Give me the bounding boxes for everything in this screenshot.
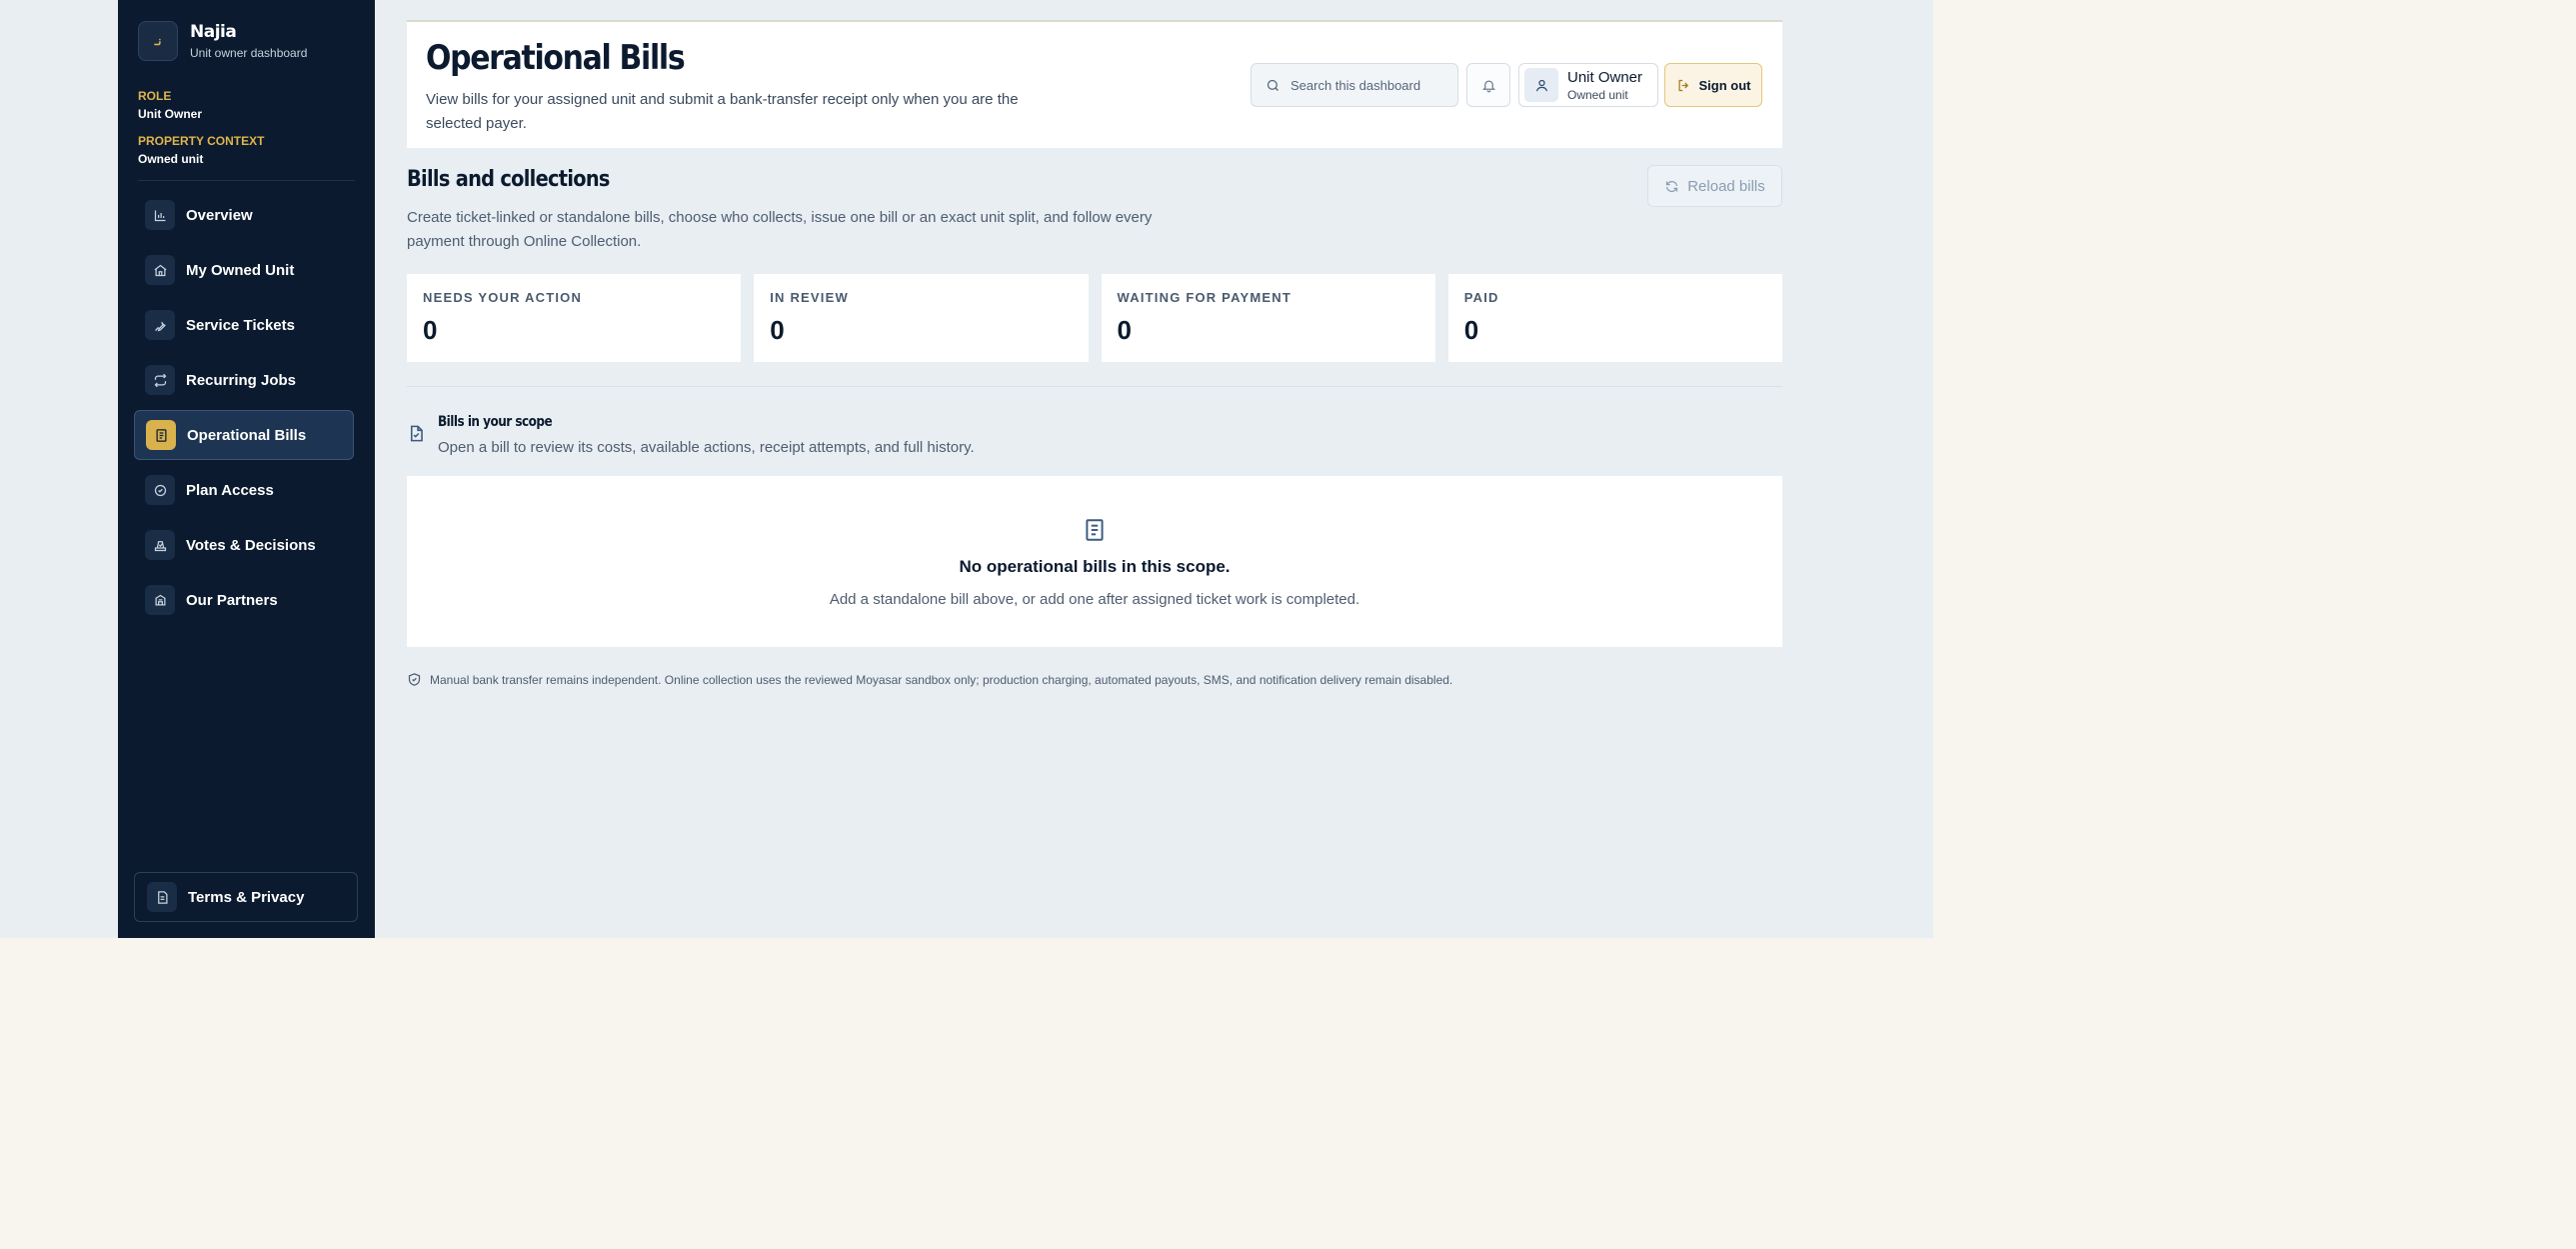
footnote: Manual bank transfer remains independent… <box>407 672 1452 687</box>
user-icon <box>1535 79 1547 91</box>
sidebar-item-overview[interactable]: Overview <box>134 190 354 240</box>
empty-state-title: No operational bills in this scope. <box>959 557 1231 576</box>
stat-label: IN REVIEW <box>770 290 849 305</box>
stat-label: NEEDS YOUR ACTION <box>423 290 583 305</box>
page-header: Operational Bills View bills for your as… <box>407 20 1782 148</box>
terms-privacy-label: Terms & Privacy <box>188 888 305 906</box>
section-divider <box>407 386 1782 387</box>
role-label: ROLE <box>138 89 172 103</box>
stat-value: 0 <box>1117 315 1132 345</box>
role-value: Unit Owner <box>138 107 203 121</box>
sidebar-item-our-partners[interactable]: Our Partners <box>134 575 354 625</box>
footnote-text: Manual bank transfer remains independent… <box>430 672 1453 687</box>
brand-subtitle: Unit owner dashboard <box>190 46 308 60</box>
sidebar-divider <box>138 180 355 181</box>
terms-privacy-link[interactable]: Terms & Privacy <box>134 872 358 922</box>
empty-state: No operational bills in this scope. Add … <box>407 476 1782 647</box>
search-box[interactable] <box>1251 63 1458 107</box>
receipt-icon <box>1086 519 1104 541</box>
sidebar-item-label: Our Partners <box>186 591 278 609</box>
sidebar-item-label: Overview <box>186 206 253 224</box>
ballot-icon <box>145 530 175 560</box>
sidebar-item-recurring-jobs[interactable]: Recurring Jobs <box>134 355 354 405</box>
sidebar-item-my-owned-unit[interactable]: My Owned Unit <box>134 245 354 295</box>
reload-bills-label: Reload bills <box>1687 177 1765 195</box>
stat-value: 0 <box>770 315 785 345</box>
sidebar-item-service-tickets[interactable]: Service Tickets <box>134 300 354 350</box>
stat-label: PAID <box>1463 290 1499 305</box>
stat-label: WAITING FOR PAYMENT <box>1117 290 1291 305</box>
sidebar-item-label: Service Tickets <box>186 316 295 334</box>
stat-card: WAITING FOR PAYMENT 0 <box>1101 274 1435 362</box>
sidebar-item-label: Votes & Decisions <box>186 536 316 554</box>
check-circle-icon <box>145 475 175 505</box>
sign-out-button[interactable]: Sign out <box>1664 63 1762 107</box>
document-icon <box>147 882 177 912</box>
scope-title: Bills in your scope <box>438 414 553 430</box>
sidebar-item-label: My Owned Unit <box>186 261 295 279</box>
home-icon <box>145 255 175 285</box>
wrench-icon <box>145 310 175 340</box>
bell-icon <box>1481 80 1495 92</box>
brand: نـ Najia Unit owner dashboard <box>138 21 307 61</box>
sidebar-item-operational-bills[interactable]: Operational Bills <box>134 410 354 460</box>
stat-value: 0 <box>1463 315 1479 345</box>
brand-logo: نـ <box>138 21 178 61</box>
stats-row: NEEDS YOUR ACTION 0 IN REVIEW 0 WAITING … <box>407 274 1782 362</box>
property-context-label: PROPERTY CONTEXT <box>138 134 265 148</box>
sidebar: نـ Najia Unit owner dashboard ROLE Unit … <box>118 0 375 938</box>
sidebar-nav: Overview My Owned Unit Service Tickets R… <box>134 190 354 630</box>
brand-name: Najia <box>190 22 237 42</box>
handshake-icon <box>145 585 175 615</box>
search-input[interactable] <box>1290 77 1440 93</box>
reload-bills-button[interactable]: Reload bills <box>1647 165 1782 207</box>
section-title: Bills and collections <box>407 167 610 192</box>
sign-out-label: Sign out <box>1698 77 1751 93</box>
search-icon <box>1267 79 1279 91</box>
bar-chart-icon <box>145 200 175 230</box>
sidebar-item-votes-decisions[interactable]: Votes & Decisions <box>134 520 354 570</box>
sidebar-item-label: Operational Bills <box>187 426 307 444</box>
stat-card: NEEDS YOUR ACTION 0 <box>407 274 742 362</box>
empty-state-description: Add a standalone bill above, or add one … <box>829 591 1360 608</box>
stat-card: IN REVIEW 0 <box>754 274 1089 362</box>
stat-value: 0 <box>423 315 438 345</box>
app-viewport: نـ Najia Unit owner dashboard ROLE Unit … <box>0 0 1933 938</box>
notifications-button[interactable] <box>1466 63 1510 107</box>
user-menu[interactable]: Unit Owner Owned unit <box>1518 63 1658 107</box>
shield-check-icon <box>408 673 421 686</box>
repeat-icon <box>145 365 175 395</box>
user-name: Unit Owner <box>1567 68 1643 86</box>
user-role: Owned unit <box>1567 87 1628 102</box>
bill-file-icon <box>410 425 423 442</box>
receipt-icon <box>146 420 176 450</box>
sidebar-item-label: Recurring Jobs <box>186 371 297 389</box>
page-description: View bills for your assigned unit and su… <box>426 91 1019 132</box>
sidebar-item-label: Plan Access <box>186 481 274 499</box>
refresh-icon <box>1666 180 1678 192</box>
avatar <box>1524 68 1558 102</box>
page-title: Operational Bills <box>426 38 686 78</box>
sign-out-icon <box>1678 79 1688 91</box>
stat-card: PAID 0 <box>1447 274 1782 362</box>
sidebar-item-plan-access[interactable]: Plan Access <box>134 465 354 515</box>
property-context-value: Owned unit <box>138 152 204 166</box>
context-info: ROLE Unit Owner PROPERTY CONTEXT Owned u… <box>138 89 355 179</box>
scope-description: Open a bill to review its costs, availab… <box>438 439 975 456</box>
section-description: Create ticket-linked or standalone bills… <box>407 209 1153 250</box>
